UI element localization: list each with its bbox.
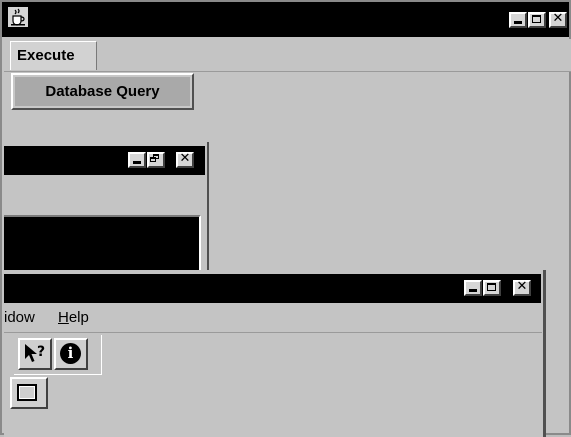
svg-text:?: ? bbox=[37, 344, 45, 360]
window-button[interactable] bbox=[10, 377, 48, 409]
menu-execute[interactable]: Execute bbox=[10, 41, 97, 70]
child2-minimize-button[interactable] bbox=[464, 280, 482, 296]
execute-dropdown: Database Query bbox=[11, 73, 194, 110]
context-help-icon: ? bbox=[25, 344, 45, 362]
menu-item-database-query[interactable]: Database Query bbox=[15, 77, 190, 106]
child2-close-button[interactable]: ✕ bbox=[513, 280, 531, 296]
child1-close-button[interactable]: ✕ bbox=[176, 152, 194, 168]
info-button[interactable]: i bbox=[54, 338, 88, 370]
minimize-icon bbox=[469, 289, 477, 292]
internal-window-2-toolbar: ? i bbox=[14, 335, 102, 375]
child2-maximize-button[interactable] bbox=[483, 280, 501, 296]
maximize-icon bbox=[487, 283, 496, 291]
main-close-button[interactable]: ✕ bbox=[549, 12, 567, 28]
main-maximize-button[interactable] bbox=[528, 12, 546, 28]
maximize-icon bbox=[532, 15, 541, 23]
info-icon: i bbox=[60, 343, 81, 364]
close-icon: ✕ bbox=[516, 279, 528, 294]
minimize-icon bbox=[133, 161, 141, 164]
close-icon: ✕ bbox=[552, 11, 564, 26]
main-titlebar[interactable]: ✕ bbox=[2, 2, 569, 37]
close-icon: ✕ bbox=[179, 151, 191, 166]
java-cup-icon bbox=[8, 7, 28, 27]
window-icon bbox=[17, 384, 37, 401]
internal-window-1-titlebar[interactable]: ✕ bbox=[4, 146, 205, 175]
internal-window-2-menubar: idow Help bbox=[4, 303, 542, 333]
child1-restore-button[interactable] bbox=[147, 152, 165, 168]
main-window: ✕ Execute Database Query ✕ ✕ idow Help ?… bbox=[0, 0, 571, 437]
context-help-button[interactable]: ? bbox=[18, 338, 52, 370]
main-menubar: Execute bbox=[4, 39, 571, 72]
child1-minimize-button[interactable] bbox=[128, 152, 146, 168]
internal-window-2-titlebar[interactable]: ✕ bbox=[4, 274, 541, 303]
main-minimize-button[interactable] bbox=[509, 12, 527, 28]
menu-window[interactable]: idow bbox=[4, 303, 35, 332]
minimize-icon bbox=[514, 21, 522, 24]
internal-window-2: ✕ idow Help ? i bbox=[4, 270, 546, 437]
menu-help[interactable]: Help bbox=[58, 303, 89, 332]
